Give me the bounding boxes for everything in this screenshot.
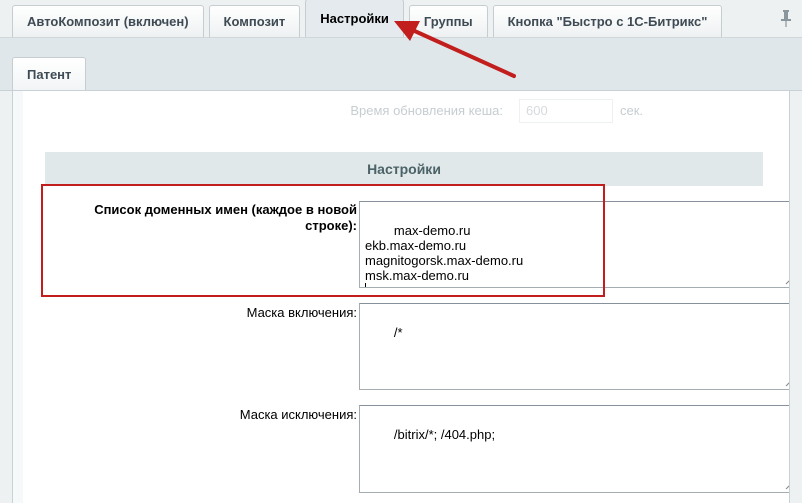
text-caret: [365, 283, 366, 287]
exclude-mask-label: Маска исключения:: [239, 407, 357, 422]
resize-grip-icon[interactable]: [785, 276, 790, 285]
cache-time-unit: сек.: [620, 103, 644, 118]
cache-time-input[interactable]: 600: [519, 99, 613, 123]
resize-grip-icon[interactable]: [785, 378, 790, 387]
tab-patent[interactable]: Патент: [12, 57, 87, 90]
resize-grip-icon[interactable]: [785, 481, 790, 490]
tab-autocomposite[interactable]: АвтоКомпозит (включен): [12, 5, 204, 37]
include-mask-row: Маска включения: /*: [45, 303, 789, 393]
cache-time-row: Время обновления кеша: 600 сек.: [23, 99, 789, 123]
domains-row: Список доменных имен (каждое в новой стр…: [45, 199, 789, 289]
tab-bar-main: АвтоКомпозит (включен) Композит Настройк…: [0, 0, 802, 38]
tab-bar-secondary: Патент: [0, 38, 802, 91]
include-mask-value: /*: [393, 325, 403, 340]
exclude-mask-value: /bitrix/*; /404.php;: [393, 427, 496, 442]
settings-form: Время обновления кеша: 600 сек. Настройк…: [23, 91, 789, 503]
domains-label: Список доменных имен (каждое в новой стр…: [94, 202, 357, 233]
domains-textarea[interactable]: max-demo.ru ekb.max-demo.ru magnitogorsk…: [359, 201, 790, 288]
tab-quick-bitrix-button[interactable]: Кнопка "Быстро с 1С-Битрикс": [492, 5, 723, 37]
tab-composite[interactable]: Композит: [208, 5, 301, 37]
tab-settings[interactable]: Настройки: [305, 0, 404, 37]
section-header-settings: Настройки: [45, 152, 763, 186]
exclude-mask-textarea[interactable]: /bitrix/*; /404.php;: [359, 405, 790, 493]
pin-icon[interactable]: [780, 9, 792, 27]
include-mask-label: Маска включения:: [246, 305, 357, 320]
settings-panel: Время обновления кеша: 600 сек. Настройк…: [12, 91, 790, 503]
domains-value: max-demo.ru ekb.max-demo.ru magnitogorsk…: [365, 223, 524, 283]
include-mask-textarea[interactable]: /*: [359, 303, 790, 390]
exclude-mask-row: Маска исключения: /bitrix/*; /404.php;: [45, 405, 789, 495]
cache-time-label: Время обновления кеша:: [350, 103, 503, 118]
tab-groups[interactable]: Группы: [408, 5, 488, 37]
